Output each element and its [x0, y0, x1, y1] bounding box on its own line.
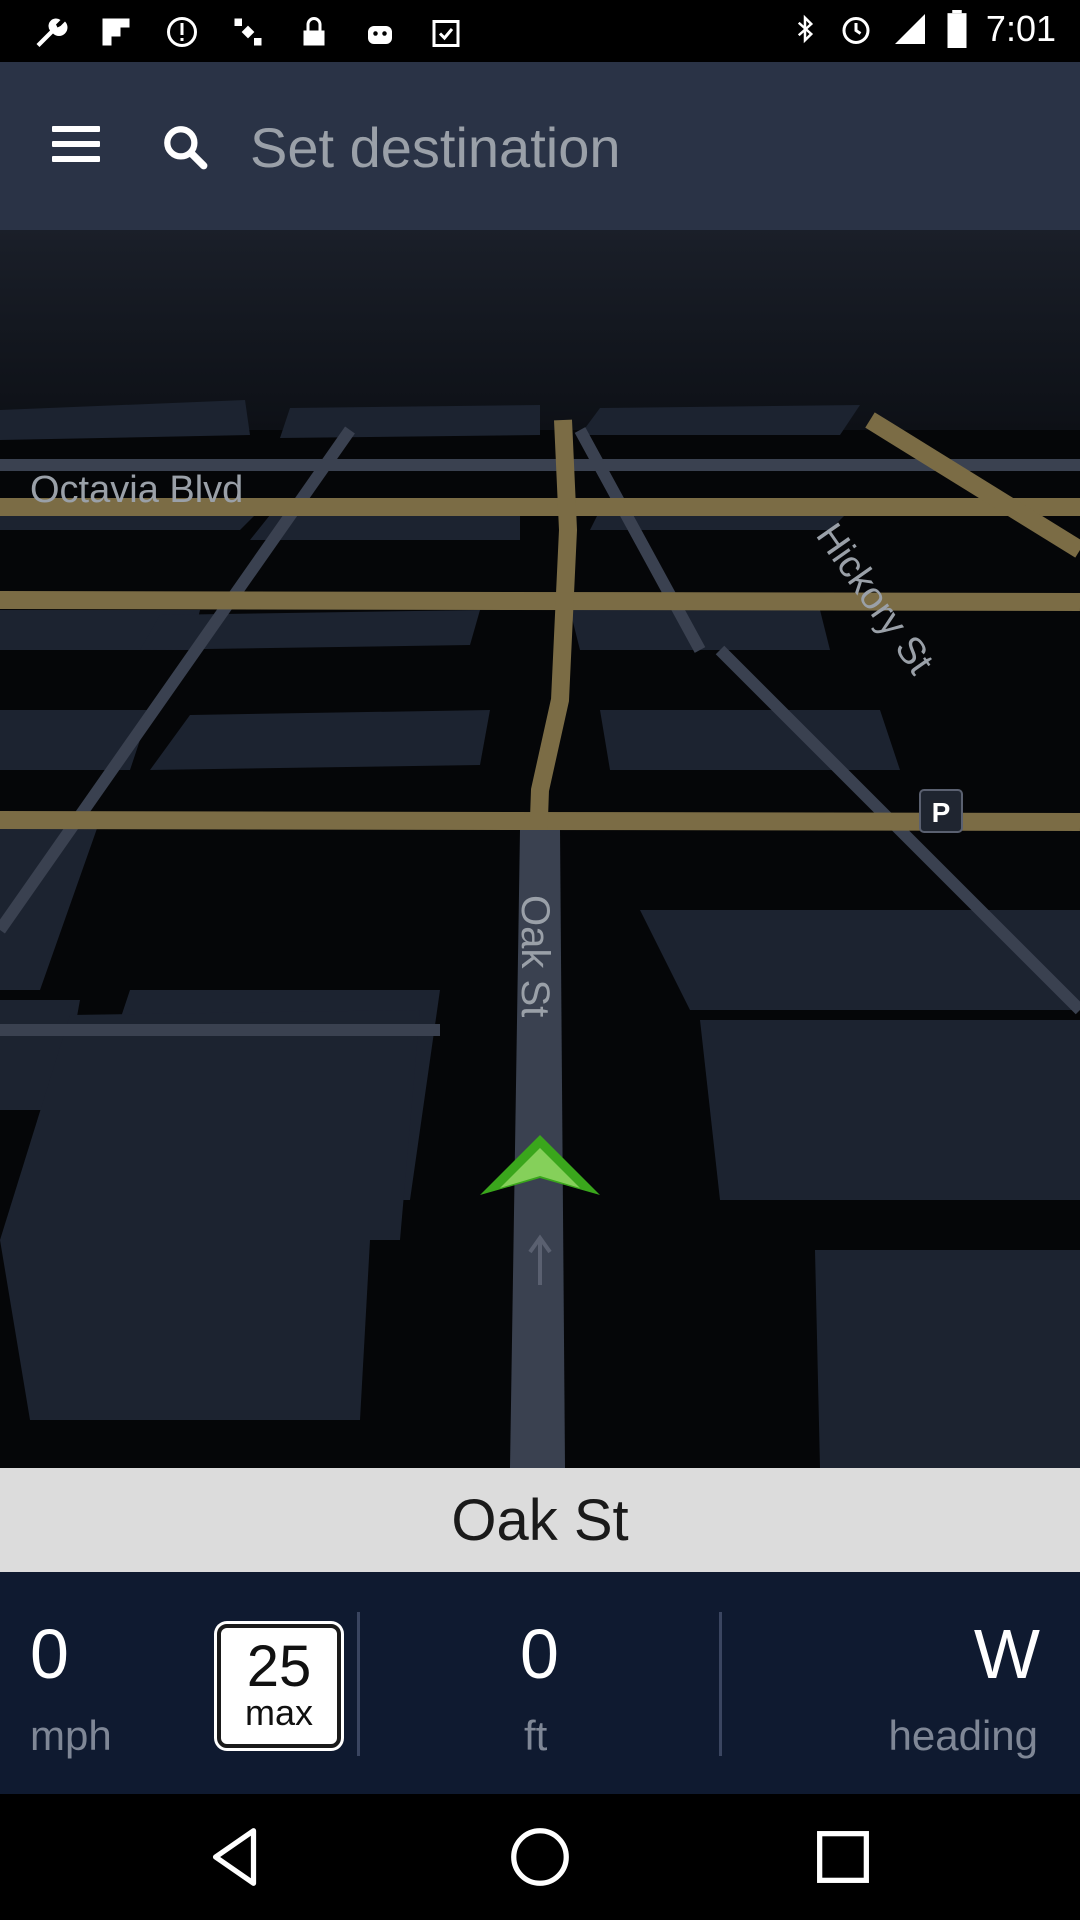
speed-unit: mph [30, 1712, 112, 1759]
alert-icon [162, 12, 202, 52]
map-canvas: Octavia Blvd Hickory St Oak St P [0, 230, 1080, 1468]
distance-unit: ft [524, 1712, 548, 1759]
menu-icon[interactable] [52, 126, 100, 166]
speed-limit-sign: 25 max [217, 1624, 341, 1748]
heading-value: W [973, 1615, 1040, 1693]
system-nav-bar [0, 1794, 1080, 1920]
clock-time: 7:01 [985, 8, 1056, 49]
back-icon[interactable] [201, 1822, 271, 1892]
satellite-icon [228, 12, 268, 52]
distance-value: 0 [520, 1615, 559, 1693]
divider [357, 1612, 360, 1756]
current-street-banner: Oak St [0, 1468, 1080, 1572]
speed-value: 0 [30, 1615, 69, 1693]
android-icon [360, 12, 400, 52]
street-label-octavia: Octavia Blvd [30, 469, 243, 511]
speed-limit-label: max [244, 1692, 313, 1733]
recents-icon[interactable] [808, 1822, 878, 1892]
home-icon[interactable] [505, 1822, 575, 1892]
speed-limit-value: 25 [246, 1634, 312, 1699]
current-street-name: Oak St [451, 1487, 629, 1553]
lock-icon [294, 12, 334, 52]
top-search-bar [0, 62, 1080, 230]
flipboard-icon [96, 12, 136, 52]
alarm-icon [842, 17, 870, 44]
battery-icon [947, 10, 967, 48]
trip-info-panel: 0 mph 25 max 0 ft W heading [0, 1572, 1080, 1794]
divider [719, 1612, 722, 1756]
bluetooth-icon [797, 14, 813, 44]
navigation-map[interactable]: Octavia Blvd Hickory St Oak St P [0, 230, 1080, 1468]
status-bar: 7:01 [0, 0, 1080, 62]
wrench-icon [30, 12, 70, 52]
notification-icons [30, 12, 466, 52]
parking-icon: P [919, 789, 963, 833]
destination-search-input[interactable] [248, 98, 1032, 196]
clipboard-check-icon [426, 12, 466, 52]
search-icon[interactable] [160, 122, 210, 172]
street-label-oak: Oak St [513, 895, 557, 1017]
system-icons: 7:01 [790, 8, 1056, 50]
parking-label: P [932, 797, 951, 828]
heading-label: heading [888, 1712, 1038, 1759]
signal-icon [894, 14, 925, 44]
